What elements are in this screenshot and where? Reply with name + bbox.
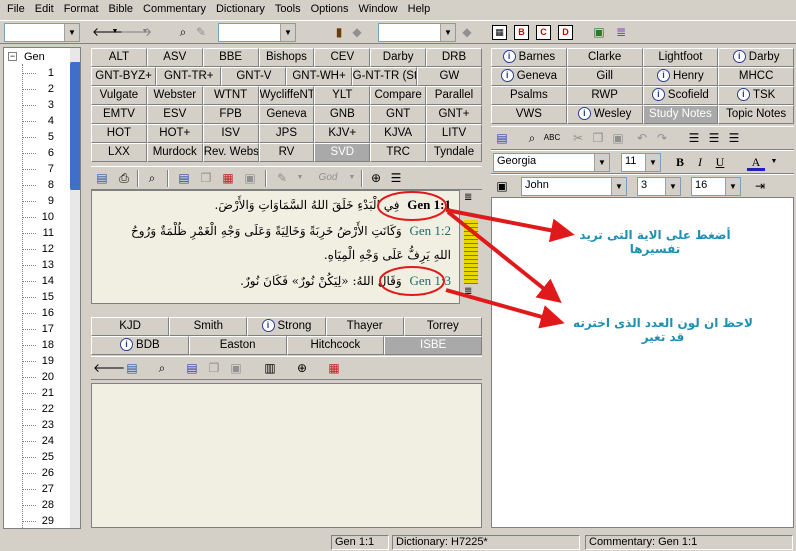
annotation-overlay bbox=[377, 191, 575, 329]
status-bar: Gen 1:1 Dictionary: H7225* Commentary: G… bbox=[0, 533, 796, 551]
status-dictionary: Dictionary: H7225* bbox=[392, 535, 580, 550]
callout-arrow-1 bbox=[445, 208, 575, 243]
callout-arrow-2 bbox=[446, 210, 562, 303]
verse-3-highlight-ellipse bbox=[379, 266, 445, 296]
status-commentary: Commentary: Gen 1:1 bbox=[585, 535, 793, 550]
callout-arrow-3 bbox=[445, 288, 565, 329]
verse-1-highlight-ellipse bbox=[377, 191, 447, 221]
status-verse: Gen 1:1 bbox=[331, 535, 389, 550]
annotation-callout-2: لاحظ ان لون العدد الذى اخترته قد تغير bbox=[573, 316, 753, 344]
annotation-callout-1: أضغط على الاية التى تريد تفسيرها bbox=[579, 228, 731, 256]
